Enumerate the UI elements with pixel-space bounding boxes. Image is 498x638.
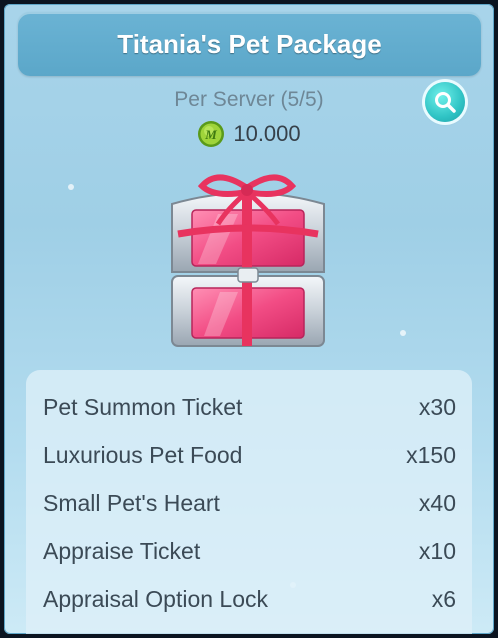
dialog-title: Titania's Pet Package	[117, 28, 382, 59]
item-name: Small Pet's Heart	[43, 490, 220, 516]
items-list: Pet Summon Ticket x30 Luxurious Pet Food…	[26, 370, 472, 634]
list-item: Appraisal Option Lock x6	[26, 576, 472, 624]
list-item: Pet Summon Ticket x30	[26, 384, 472, 432]
item-quantity: x30	[418, 394, 456, 420]
gift-chest-icon	[171, 174, 325, 347]
item-name: Appraise Ticket	[43, 538, 201, 564]
title-bar: Titania's Pet Package	[18, 12, 481, 76]
item-name: Appraisal Option Lock	[43, 586, 269, 612]
list-item: Appraise Ticket x10	[26, 528, 472, 576]
item-quantity: x40	[418, 490, 456, 516]
item-name: Luxurious Pet Food	[43, 442, 243, 468]
price-row: M 10.000	[4, 120, 494, 148]
item-quantity: x10	[418, 538, 456, 564]
sparkle-decoration	[68, 184, 74, 190]
purchase-limit-text: Per Server (5/5)	[174, 88, 324, 111]
zoom-button[interactable]	[425, 82, 465, 122]
svg-text:M: M	[205, 127, 218, 142]
list-item: Luxurious Pet Food x150	[26, 432, 472, 480]
magnifier-icon	[435, 92, 456, 113]
m-coin-icon: M	[198, 121, 225, 147]
package-dialog: Titania's Pet Package Per Server (5/5) M…	[4, 4, 494, 634]
item-quantity: x150	[406, 442, 456, 468]
item-name: Pet Summon Ticket	[43, 394, 243, 420]
sparkle-decoration	[400, 330, 406, 336]
list-item: Small Pet's Heart x40	[26, 480, 472, 528]
item-quantity: x6	[431, 586, 456, 612]
price-amount: 10.000	[233, 121, 301, 146]
